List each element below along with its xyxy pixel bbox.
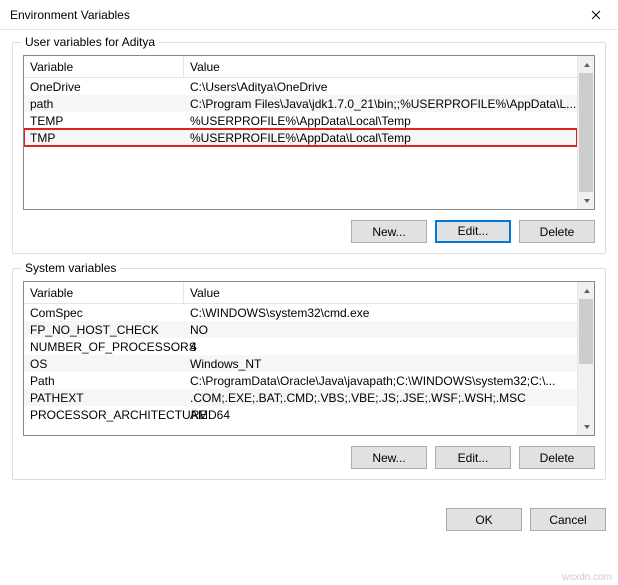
column-header-variable[interactable]: Variable (24, 56, 184, 77)
system-variables-listbox[interactable]: Variable Value ComSpecC:\WINDOWS\system3… (23, 281, 595, 436)
variable-name-cell: FP_NO_HOST_CHECK (24, 321, 184, 338)
scroll-down-button[interactable] (578, 192, 595, 209)
user-variables-label: User variables for Aditya (21, 35, 159, 49)
close-button[interactable] (573, 0, 618, 30)
variable-name-cell: PATHEXT (24, 389, 184, 406)
variable-value-cell: AMD64 (184, 406, 577, 423)
table-row[interactable]: OSWindows_NT (24, 355, 577, 372)
system-list-header[interactable]: Variable Value (24, 282, 577, 304)
column-header-variable[interactable]: Variable (24, 282, 184, 303)
scroll-up-button[interactable] (578, 282, 595, 299)
user-variables-listbox[interactable]: Variable Value OneDriveC:\Users\Aditya\O… (23, 55, 595, 210)
table-row[interactable]: ComSpecC:\WINDOWS\system32\cmd.exe (24, 304, 577, 321)
column-header-value[interactable]: Value (184, 56, 577, 77)
scroll-down-button[interactable] (578, 418, 595, 435)
system-edit-button[interactable]: Edit... (435, 446, 511, 469)
table-row[interactable]: PathC:\ProgramData\Oracle\Java\javapath;… (24, 372, 577, 389)
system-new-button[interactable]: New... (351, 446, 427, 469)
user-list-header[interactable]: Variable Value (24, 56, 577, 78)
titlebar: Environment Variables (0, 0, 618, 30)
user-new-button[interactable]: New... (351, 220, 427, 243)
variable-name-cell: OneDrive (24, 78, 184, 95)
table-row[interactable]: OneDriveC:\Users\Aditya\OneDrive (24, 78, 577, 95)
variable-name-cell: TMP (24, 129, 184, 146)
variable-name-cell: ComSpec (24, 304, 184, 321)
system-delete-button[interactable]: Delete (519, 446, 595, 469)
variable-name-cell: NUMBER_OF_PROCESSORS (24, 338, 184, 355)
table-row[interactable]: TEMP%USERPROFILE%\AppData\Local\Temp (24, 112, 577, 129)
system-variables-label: System variables (21, 261, 120, 275)
system-scrollbar[interactable] (577, 282, 594, 435)
dialog-content: User variables for Aditya Variable Value… (0, 30, 618, 502)
variable-value-cell: NO (184, 321, 577, 338)
system-variables-group: System variables Variable Value ComSpecC… (12, 268, 606, 480)
system-button-row: New... Edit... Delete (23, 446, 595, 469)
table-row[interactable]: pathC:\Program Files\Java\jdk1.7.0_21\bi… (24, 95, 577, 112)
window-title: Environment Variables (10, 8, 573, 22)
dialog-button-row: OK Cancel (0, 502, 618, 531)
variable-name-cell: OS (24, 355, 184, 372)
scroll-track[interactable] (578, 73, 594, 192)
variable-name-cell: TEMP (24, 112, 184, 129)
scroll-thumb[interactable] (579, 299, 593, 364)
variable-value-cell: 4 (184, 338, 577, 355)
variable-value-cell: %USERPROFILE%\AppData\Local\Temp (184, 129, 577, 146)
variable-name-cell: path (24, 95, 184, 112)
column-header-value[interactable]: Value (184, 282, 577, 303)
scroll-up-button[interactable] (578, 56, 595, 73)
table-row[interactable]: PATHEXT.COM;.EXE;.BAT;.CMD;.VBS;.VBE;.JS… (24, 389, 577, 406)
scroll-thumb[interactable] (579, 73, 593, 192)
close-icon (591, 10, 601, 20)
watermark: wsxdn.com (562, 572, 612, 583)
scroll-track[interactable] (578, 299, 594, 418)
variable-name-cell: PROCESSOR_ARCHITECTURE (24, 406, 184, 423)
user-scrollbar[interactable] (577, 56, 594, 209)
cancel-button[interactable]: Cancel (530, 508, 606, 531)
table-row[interactable]: PROCESSOR_ARCHITECTUREAMD64 (24, 406, 577, 423)
variable-value-cell: %USERPROFILE%\AppData\Local\Temp (184, 112, 577, 129)
variable-value-cell: C:\Program Files\Java\jdk1.7.0_21\bin;;%… (184, 95, 577, 112)
user-button-row: New... Edit... Delete (23, 220, 595, 243)
user-delete-button[interactable]: Delete (519, 220, 595, 243)
table-row[interactable]: FP_NO_HOST_CHECKNO (24, 321, 577, 338)
variable-value-cell: C:\ProgramData\Oracle\Java\javapath;C:\W… (184, 372, 577, 389)
table-row[interactable]: TMP%USERPROFILE%\AppData\Local\Temp (24, 129, 577, 146)
table-row[interactable]: NUMBER_OF_PROCESSORS4 (24, 338, 577, 355)
user-variables-group: User variables for Aditya Variable Value… (12, 42, 606, 254)
variable-name-cell: Path (24, 372, 184, 389)
variable-value-cell: Windows_NT (184, 355, 577, 372)
user-edit-button[interactable]: Edit... (435, 220, 511, 243)
variable-value-cell: C:\Users\Aditya\OneDrive (184, 78, 577, 95)
ok-button[interactable]: OK (446, 508, 522, 531)
variable-value-cell: C:\WINDOWS\system32\cmd.exe (184, 304, 577, 321)
variable-value-cell: .COM;.EXE;.BAT;.CMD;.VBS;.VBE;.JS;.JSE;.… (184, 389, 577, 406)
